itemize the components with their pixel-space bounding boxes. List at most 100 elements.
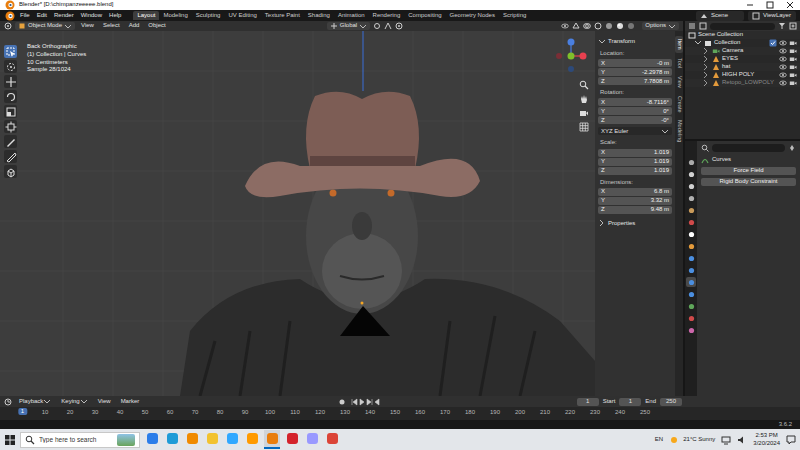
outliner-row[interactable]: Camera	[685, 47, 800, 55]
network-icon[interactable]	[721, 435, 731, 445]
timeline-menu[interactable]: View	[95, 397, 114, 406]
volume-icon[interactable]	[737, 435, 747, 445]
pan-button[interactable]	[578, 93, 589, 104]
sidebar-tab[interactable]: Create	[675, 93, 683, 116]
expand-arrow-icon[interactable]	[702, 47, 710, 55]
properties-tab[interactable]	[686, 169, 696, 179]
physics-button[interactable]: Rigid Body Constraint	[701, 178, 796, 186]
properties-tab[interactable]	[686, 301, 696, 311]
workspace-tab[interactable]: Rendering	[369, 11, 405, 20]
taskbar-app[interactable]	[164, 430, 180, 449]
tool-button[interactable]	[4, 105, 17, 118]
properties-panel-header[interactable]: Properties	[598, 219, 672, 228]
number-field[interactable]: X-8.7116°	[598, 98, 672, 106]
end-frame-field[interactable]: 250	[660, 398, 682, 406]
shading-mode-icon[interactable]	[594, 22, 602, 30]
sidebar-tab[interactable]: Modeling	[675, 117, 683, 145]
start-frame-field[interactable]: 1	[619, 398, 641, 406]
tool-button[interactable]	[4, 165, 17, 178]
outliner-row[interactable]: EYES	[685, 55, 800, 63]
exclude-checkbox-icon[interactable]	[769, 39, 777, 47]
outliner-row[interactable]: Retopo_LOWPOLY	[685, 79, 800, 87]
number-field[interactable]: X6.8 m	[598, 188, 672, 196]
shading-mode-icon[interactable]	[616, 22, 624, 30]
viewport[interactable]: Back Orthographic(1) Collection | Curves…	[0, 31, 683, 396]
viewport-menu[interactable]: View	[78, 21, 97, 30]
menu-item[interactable]: Window	[78, 11, 105, 20]
taskbar-app[interactable]	[144, 430, 160, 449]
render-camera-icon[interactable]	[789, 39, 797, 47]
close-icon[interactable]	[786, 1, 794, 9]
properties-tab[interactable]	[686, 265, 696, 275]
weather-widget[interactable]: 21°C Sunny	[669, 435, 715, 445]
taskbar-app[interactable]	[324, 430, 340, 449]
outliner-search[interactable]	[710, 23, 775, 30]
properties-tab[interactable]	[686, 313, 696, 323]
input-language[interactable]: EN	[655, 436, 663, 443]
eye-icon[interactable]	[779, 71, 787, 79]
tool-button[interactable]	[4, 60, 17, 73]
sidebar-tab[interactable]: Item	[675, 36, 683, 53]
number-field[interactable]: Z9.48 m	[598, 206, 672, 214]
menu-item[interactable]: Help	[106, 11, 124, 20]
workspace-tab[interactable]: Animation	[334, 11, 369, 20]
timeline-editor-icon[interactable]	[4, 398, 12, 406]
orientation-dropdown[interactable]: Global	[327, 22, 370, 30]
properties-tab[interactable]	[686, 193, 696, 203]
properties-tab[interactable]	[686, 325, 696, 335]
number-field[interactable]: Y3.32 m	[598, 197, 672, 205]
workspace-tab[interactable]: Scripting	[499, 11, 530, 20]
viewport-menu[interactable]: Add	[126, 21, 143, 30]
pin-icon[interactable]	[788, 144, 796, 152]
mode-dropdown[interactable]: Object Mode	[15, 22, 75, 30]
navigation-gizmo-icon[interactable]	[551, 37, 591, 75]
display-mode-icon[interactable]	[699, 22, 707, 30]
current-frame-field[interactable]: 1	[577, 398, 599, 406]
eye-icon[interactable]	[779, 63, 787, 71]
shading-mode-icon[interactable]	[605, 22, 613, 30]
visibility-icon[interactable]	[561, 22, 569, 30]
tool-button[interactable]	[4, 90, 17, 103]
outliner-row[interactable]: Collection	[685, 39, 800, 47]
workspace-tab[interactable]: UV Editing	[224, 11, 260, 20]
taskbar-app[interactable]	[184, 430, 200, 449]
render-camera-icon[interactable]	[789, 63, 797, 71]
expand-arrow-icon[interactable]	[702, 71, 710, 79]
proportional-icon[interactable]	[395, 22, 403, 30]
camera-view-button[interactable]	[578, 107, 589, 118]
number-field[interactable]: Z-0°	[598, 116, 672, 124]
workspace-tab[interactable]: Compositing	[404, 11, 445, 20]
transform-panel-header[interactable]: Transform	[598, 37, 672, 46]
options-dropdown[interactable]: Options	[642, 22, 679, 30]
gizmo-toggle-icon[interactable]	[572, 22, 580, 30]
number-field[interactable]: Y-2.2978 m	[598, 68, 672, 76]
notifications-icon[interactable]	[786, 435, 796, 445]
expand-arrow-icon[interactable]	[702, 55, 710, 63]
playback-controls-icon[interactable]	[350, 397, 380, 407]
workspace-tab[interactable]: Sculpting	[192, 11, 225, 20]
number-field[interactable]: Y0°	[598, 107, 672, 115]
properties-tab[interactable]	[686, 157, 696, 167]
workspace-tab[interactable]: Layout	[133, 11, 159, 20]
rotation-mode-dropdown[interactable]: XYZ Euler	[598, 127, 672, 135]
shading-mode-icon[interactable]	[627, 22, 635, 30]
current-frame-marker[interactable]: 1	[18, 408, 27, 415]
eye-icon[interactable]	[779, 47, 787, 55]
sidebar-tab[interactable]: Tool	[675, 55, 683, 71]
editor-type-icon[interactable]	[4, 22, 12, 30]
viewport-menu[interactable]: Object	[145, 21, 168, 30]
render-camera-icon[interactable]	[789, 55, 797, 63]
eye-icon[interactable]	[779, 55, 787, 63]
pivot-icon[interactable]	[373, 22, 381, 30]
taskbar-app[interactable]	[264, 430, 280, 449]
menu-item[interactable]: Edit	[34, 11, 50, 20]
taskbar-app[interactable]	[304, 430, 320, 449]
number-field[interactable]: Z7.7808 m	[598, 77, 672, 85]
tool-button[interactable]	[4, 45, 17, 58]
workspace-tab[interactable]: Shading	[304, 11, 334, 20]
windows-start-icon[interactable]	[4, 434, 16, 446]
snap-icon[interactable]	[384, 22, 392, 30]
taskbar-search[interactable]	[20, 432, 140, 448]
taskbar-app[interactable]	[244, 430, 260, 449]
eye-icon[interactable]	[779, 79, 787, 87]
